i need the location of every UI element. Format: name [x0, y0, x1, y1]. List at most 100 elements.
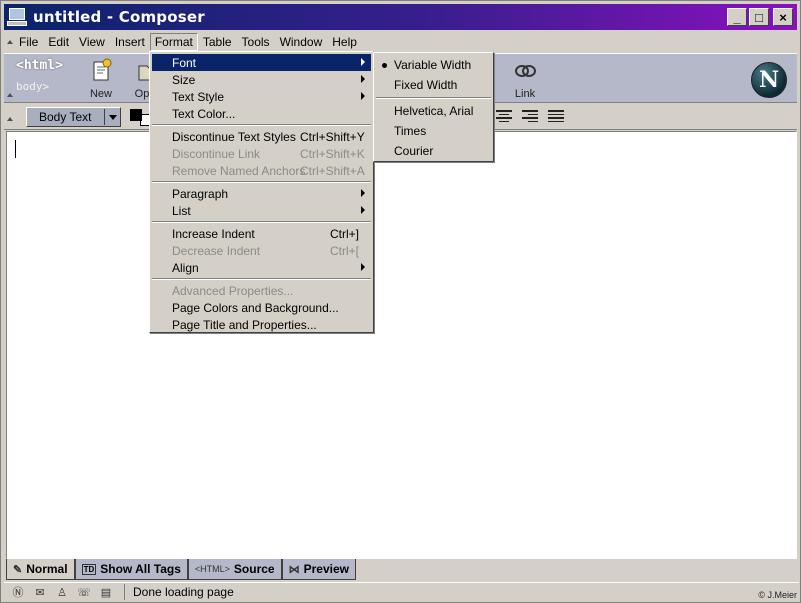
format-menu-align[interactable]: Align [152, 259, 371, 276]
format-menu-size[interactable]: Size [152, 71, 371, 88]
font-option-label: Times [394, 124, 427, 138]
menu-window[interactable]: Window [275, 33, 328, 51]
navigator-icon[interactable]: Ⓝ [10, 585, 26, 599]
font-fixed-width[interactable]: Fixed Width [376, 76, 491, 94]
align-justify-icon[interactable] [548, 110, 564, 122]
menu-item-label: Advanced Properties... [172, 283, 294, 298]
menu-item-label: Size [172, 72, 196, 87]
chevron-right-icon [361, 58, 365, 66]
link-button[interactable]: Link [503, 56, 547, 102]
menu-tools[interactable]: Tools [237, 33, 275, 51]
address-book-icon[interactable]: ☏ [76, 585, 92, 599]
font-courier[interactable]: Courier [376, 142, 491, 160]
align-right-icon[interactable] [522, 110, 538, 122]
minimize-button[interactable]: _ [727, 8, 747, 26]
menu-table[interactable]: Table [198, 33, 237, 51]
menu-item-label: Decrease Indent [172, 243, 261, 258]
menu-bar: File Edit View Insert Format Table Tools… [4, 31, 797, 53]
new-page-icon [86, 58, 116, 84]
menu-item-label: Align [172, 260, 199, 275]
edit-mode-tabs: ✎ Normal TD Show All Tags <HTML> Source … [6, 559, 797, 581]
close-button[interactable]: × [773, 8, 793, 26]
paragraph-style-select[interactable]: Body Text [26, 107, 121, 127]
tab-show-all-tags[interactable]: TD Show All Tags [74, 559, 188, 580]
font-helvetica-arial[interactable]: Helvetica, Arial [376, 102, 491, 120]
title-bar[interactable]: untitled - Composer _ □ × [4, 4, 797, 30]
chevron-right-icon [361, 75, 365, 83]
menubar-collapse-icon[interactable] [4, 31, 14, 53]
new-label: New [89, 88, 112, 100]
menu-insert[interactable]: Insert [110, 33, 150, 51]
format-menu-remove-named-anchors: Remove Named Anchors Ctrl+Shift+A [152, 162, 371, 179]
font-option-label: Helvetica, Arial [394, 104, 474, 118]
chevron-right-icon [361, 92, 365, 100]
menu-item-label: Font [172, 55, 197, 70]
menu-separator [152, 124, 371, 126]
body-tag-logo: body> [16, 80, 50, 93]
font-variable-width[interactable]: Variable Width [376, 56, 491, 74]
pencil-icon: ✎ [13, 563, 23, 576]
menu-item-label: List [172, 203, 191, 218]
menu-item-label: Text Style [172, 89, 225, 104]
open-label: Op [134, 88, 150, 100]
font-submenu: Variable Width Fixed Width Helvetica, Ar… [373, 52, 494, 162]
tab-show-all-tags-label: Show All Tags [100, 562, 181, 576]
format-menu-text-color[interactable]: Text Color... [152, 105, 371, 122]
composer-icon[interactable]: ▤ [98, 585, 114, 599]
chevron-right-icon [361, 206, 365, 214]
formatbar-collapse-icon[interactable] [4, 108, 14, 124]
format-menu-font[interactable]: Font [152, 54, 371, 71]
menu-item-label: Remove Named Anchors [172, 163, 306, 178]
menu-edit[interactable]: Edit [43, 33, 74, 51]
new-button[interactable]: New [79, 56, 123, 102]
instant-messenger-icon[interactable]: ♙ [54, 585, 70, 599]
font-times[interactable]: Times [376, 122, 491, 140]
format-menu-paragraph[interactable]: Paragraph [152, 185, 371, 202]
align-center-icon[interactable] [496, 110, 512, 122]
text-caret [15, 140, 16, 158]
tab-preview[interactable]: ⋈ Preview [281, 559, 356, 580]
menu-item-shortcut: Ctrl+Shift+K [300, 146, 365, 161]
chevron-down-icon[interactable] [104, 109, 120, 125]
maximize-button[interactable]: □ [749, 8, 769, 26]
format-menu-page-colors[interactable]: Page Colors and Background... [152, 299, 371, 316]
menu-format[interactable]: Format [149, 33, 198, 51]
menu-item-shortcut: Ctrl+[ [330, 243, 360, 258]
format-menu-decrease-indent: Decrease Indent Ctrl+[ [152, 242, 371, 259]
mail-icon[interactable]: ✉ [32, 585, 48, 599]
font-option-label: Courier [394, 144, 434, 158]
menu-item-shortcut: Ctrl+Shift+Y [300, 129, 365, 144]
format-menu-dropdown: Font Size Text Style Text Color... Disco… [149, 51, 374, 333]
format-menu-text-style[interactable]: Text Style [152, 88, 371, 105]
composer-app-icon[interactable] [7, 7, 29, 27]
menu-separator [152, 278, 371, 280]
text-color-swatch[interactable] [130, 109, 142, 121]
menu-help[interactable]: Help [327, 33, 362, 51]
format-menu-page-title[interactable]: Page Title and Properties... [152, 316, 371, 333]
editor-area[interactable] [6, 131, 797, 559]
toolbar-collapse-icon[interactable] [4, 84, 14, 100]
status-text: Done loading page [124, 584, 234, 600]
html-tag-logo: <html> [16, 58, 63, 73]
menu-item-label: Page Colors and Background... [172, 300, 339, 315]
menu-item-label: Page Title and Properties... [172, 317, 317, 332]
format-menu-increase-indent[interactable]: Increase Indent Ctrl+] [152, 225, 371, 242]
alignment-group [496, 110, 564, 122]
menu-view[interactable]: View [74, 33, 110, 51]
tab-source[interactable]: <HTML> Source [187, 559, 282, 580]
menu-item-label: Paragraph [172, 186, 229, 201]
menu-file[interactable]: File [14, 33, 43, 51]
radio-bullet-icon [382, 63, 387, 68]
tab-normal[interactable]: ✎ Normal [6, 559, 75, 580]
td-tag-icon: TD [81, 563, 97, 575]
menu-separator [376, 97, 491, 99]
html-source-icon: <HTML> [194, 564, 230, 574]
format-menu-discontinue-text-styles[interactable]: Discontinue Text Styles Ctrl+Shift+Y [152, 128, 371, 145]
format-menu-advanced-properties: Advanced Properties... [152, 282, 371, 299]
format-menu-list[interactable]: List [152, 202, 371, 219]
preview-icon: ⋈ [288, 563, 300, 576]
chevron-right-icon [361, 263, 365, 271]
copyright-text: © J.Meier [758, 590, 797, 600]
netscape-logo[interactable]: N [751, 62, 787, 98]
format-menu-discontinue-link: Discontinue Link Ctrl+Shift+K [152, 145, 371, 162]
